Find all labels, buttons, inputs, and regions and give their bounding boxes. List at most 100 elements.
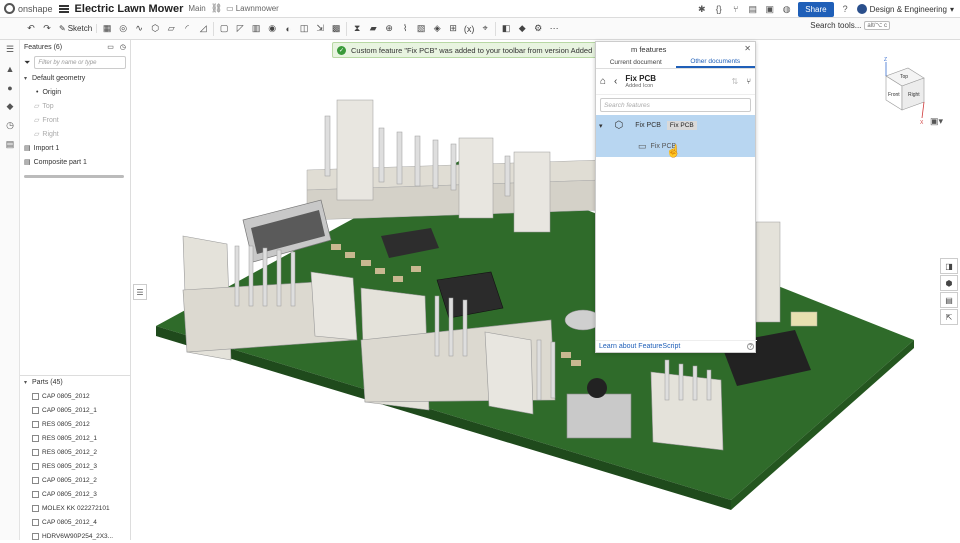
- loft-icon[interactable]: ⬡: [148, 22, 162, 36]
- search-tools[interactable]: Search tools... alt/⌥ c: [810, 21, 890, 30]
- link-icon[interactable]: ⛓: [211, 3, 222, 14]
- render-icon[interactable]: ◆: [515, 22, 529, 36]
- branch-icon[interactable]: ⑂: [746, 77, 751, 86]
- onshape-logo[interactable]: onshape: [0, 3, 53, 14]
- share-button[interactable]: Share: [798, 1, 834, 17]
- code-braces-icon[interactable]: {}: [713, 4, 724, 15]
- surface-icon[interactable]: ◈: [430, 22, 444, 36]
- pcb-model[interactable]: [131, 40, 960, 540]
- split-icon[interactable]: ◫: [297, 22, 311, 36]
- helix-icon[interactable]: ⌇: [398, 22, 412, 36]
- pattern-icon[interactable]: ▩: [329, 22, 343, 36]
- variables-icon[interactable]: ◆: [0, 97, 20, 116]
- featurescript-link[interactable]: Learn about FeatureScript: [599, 343, 680, 350]
- sort-icon[interactable]: ⇅: [731, 77, 738, 86]
- list-item[interactable]: CAP 0805_2012_3: [20, 487, 131, 501]
- search-features-input[interactable]: Search features: [600, 98, 751, 112]
- export-icon[interactable]: ⇱: [940, 309, 958, 325]
- import-item[interactable]: ▤ Import 1: [20, 141, 130, 155]
- help-icon[interactable]: ?: [840, 4, 851, 15]
- clipboard-icon[interactable]: ▤: [747, 4, 758, 15]
- view-options-icon[interactable]: ▣▾: [930, 116, 943, 127]
- chevron-down-icon[interactable]: ▾: [24, 75, 32, 82]
- list-item[interactable]: MOLEX KK 022272101: [20, 501, 131, 515]
- mate-connector-icon[interactable]: ⊕: [382, 22, 396, 36]
- extrude-icon[interactable]: ▦: [100, 22, 114, 36]
- thicken-icon[interactable]: ▱: [164, 22, 178, 36]
- branch-label[interactable]: Main: [188, 4, 205, 13]
- frame-icon[interactable]: ⊞: [446, 22, 460, 36]
- filter-icon[interactable]: ⏷: [24, 58, 30, 68]
- measure-icon[interactable]: ⌖: [478, 22, 492, 36]
- appearance-icon[interactable]: ▤: [0, 135, 20, 154]
- origin-item[interactable]: • Origin: [20, 85, 130, 99]
- tab-other-documents[interactable]: Other documents: [675, 56, 755, 68]
- more-tools-icon[interactable]: ⋯: [547, 22, 561, 36]
- shell-icon[interactable]: ▢: [217, 22, 231, 36]
- view-cube[interactable]: Top Front Right Z X: [872, 56, 934, 128]
- list-item[interactable]: CAP 0805_2012_4: [20, 515, 131, 529]
- hole-icon[interactable]: ◉: [265, 22, 279, 36]
- custom-feature-icon[interactable]: ⚙: [531, 22, 545, 36]
- rib-icon[interactable]: ▥: [249, 22, 263, 36]
- tab-current-document[interactable]: Current document: [596, 56, 676, 68]
- mirror-icon[interactable]: ⧗: [350, 22, 364, 36]
- folder-breadcrumb[interactable]: ▭ Lawnmower: [226, 4, 279, 13]
- configurations-icon[interactable]: ▤: [940, 292, 958, 308]
- help-icon[interactable]: ?: [747, 343, 754, 350]
- user-menu[interactable]: Design & Engineering ▾: [856, 4, 954, 14]
- mass-properties-icon[interactable]: ⬢: [940, 275, 958, 291]
- history-icon[interactable]: ◷: [0, 116, 20, 135]
- comments-icon[interactable]: ●: [0, 78, 20, 97]
- close-icon[interactable]: ✕: [744, 44, 751, 53]
- filter-input[interactable]: Filter by name or type: [34, 56, 126, 69]
- collapse-panel-button[interactable]: ☰: [133, 284, 147, 300]
- feature-list-icon[interactable]: ☰: [0, 40, 20, 59]
- chamfer-icon[interactable]: ◿: [196, 22, 210, 36]
- list-item[interactable]: RES 0805_2012_2: [20, 445, 131, 459]
- print-icon[interactable]: ▣: [764, 4, 775, 15]
- back-icon[interactable]: ‹: [614, 76, 617, 87]
- list-item[interactable]: CAP 0805_2012_1: [20, 403, 131, 417]
- transform-icon[interactable]: ⇲: [313, 22, 327, 36]
- feature-document-row[interactable]: ▾ ⬡ Fix PCB Fix PCB: [596, 115, 755, 136]
- list-item[interactable]: RES 0805_2012_1: [20, 431, 131, 445]
- variable-icon[interactable]: (x): [462, 22, 476, 36]
- feature-row-fix-pcb[interactable]: ▭ Fix PCB ☝: [596, 136, 755, 158]
- section-view-icon[interactable]: ◧: [499, 22, 513, 36]
- chevron-down-icon[interactable]: ▾: [599, 122, 603, 130]
- sketch-button[interactable]: ✎ Sketch: [55, 24, 98, 33]
- chevron-down-icon[interactable]: ▾: [24, 379, 32, 386]
- sweep-icon[interactable]: ∿: [132, 22, 146, 36]
- menu-icon[interactable]: [58, 4, 69, 13]
- right-plane-item[interactable]: ▱ Right: [20, 127, 130, 141]
- revolve-icon[interactable]: ◎: [116, 22, 130, 36]
- folder-add-icon[interactable]: ▭: [107, 43, 114, 51]
- globe-icon[interactable]: ◍: [781, 4, 792, 15]
- sheet-metal-icon[interactable]: ▧: [414, 22, 428, 36]
- undo-icon[interactable]: ↶: [24, 22, 38, 36]
- composite-item[interactable]: ▤ Composite part 1: [20, 155, 130, 169]
- list-item[interactable]: CAP 0805_2012: [20, 389, 131, 403]
- top-plane-item[interactable]: ▱ Top: [20, 99, 130, 113]
- draft-icon[interactable]: ◸: [233, 22, 247, 36]
- parts-icon[interactable]: ▲: [0, 59, 20, 78]
- appearance-panel-icon[interactable]: ◨: [940, 258, 958, 274]
- list-item[interactable]: HDRV6W90P254_2X3...: [20, 529, 131, 543]
- default-geometry-item[interactable]: ▾ Default geometry: [20, 71, 130, 85]
- horizontal-scrollbar[interactable]: [24, 175, 124, 178]
- redo-icon[interactable]: ↷: [40, 22, 54, 36]
- list-item[interactable]: CAP 0805_2012_2: [20, 473, 131, 487]
- graphics-viewport[interactable]: [131, 40, 960, 540]
- boolean-icon[interactable]: ◐: [281, 22, 295, 36]
- parts-header[interactable]: ▾ Parts (45): [20, 375, 131, 389]
- front-plane-item[interactable]: ▱ Front: [20, 113, 130, 127]
- rollback-icon[interactable]: ◷: [120, 43, 126, 51]
- fillet-icon[interactable]: ◜: [180, 22, 194, 36]
- plane-icon[interactable]: ▰: [366, 22, 380, 36]
- home-icon[interactable]: ⌂: [600, 76, 606, 87]
- list-item[interactable]: RES 0805_2012: [20, 417, 131, 431]
- document-title[interactable]: Electric Lawn Mower: [75, 3, 184, 15]
- bug-icon[interactable]: ✱: [696, 4, 707, 15]
- list-item[interactable]: RES 0805_2012_3: [20, 459, 131, 473]
